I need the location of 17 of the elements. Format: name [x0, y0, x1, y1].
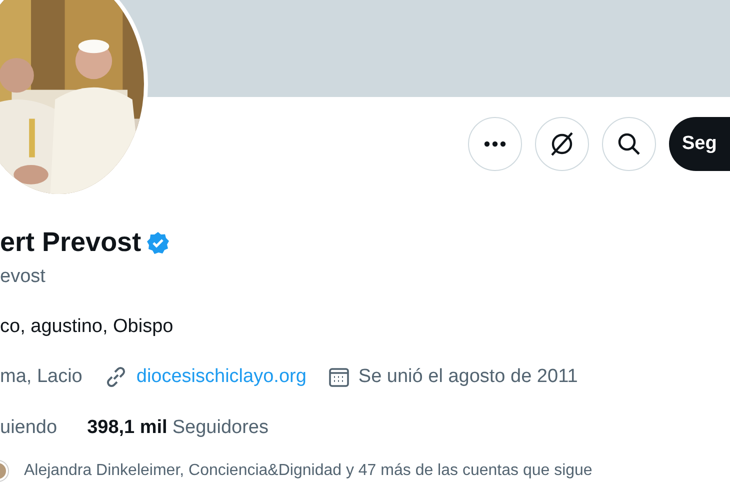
more-button[interactable] [468, 117, 522, 171]
following-label[interactable]: uiendo [0, 417, 58, 439]
profile-handle: evost [0, 266, 46, 288]
slashed-circle-icon [549, 131, 575, 157]
followed-by-text[interactable]: Alejandra Dinkeleimer, Conciencia&Dignidad y 47 más de las cuentas que sigue [24, 462, 592, 480]
search-button[interactable] [602, 117, 656, 171]
search-icon [617, 132, 641, 156]
joined-date: Se unió el agosto de 2011 [358, 366, 578, 388]
followers-count[interactable]: 398,1 mil [87, 417, 168, 439]
profile-bio: co, agustino, Obispo [0, 316, 174, 338]
followers-label[interactable]: Seguidores [172, 417, 268, 439]
more-icon [484, 141, 506, 147]
slashed-circle-button[interactable] [535, 117, 589, 171]
profile-name: ert Prevost [0, 227, 142, 258]
location-text: ma, Lacio [0, 366, 82, 388]
calendar-icon [328, 366, 350, 388]
follow-button[interactable]: Seg [669, 117, 730, 171]
